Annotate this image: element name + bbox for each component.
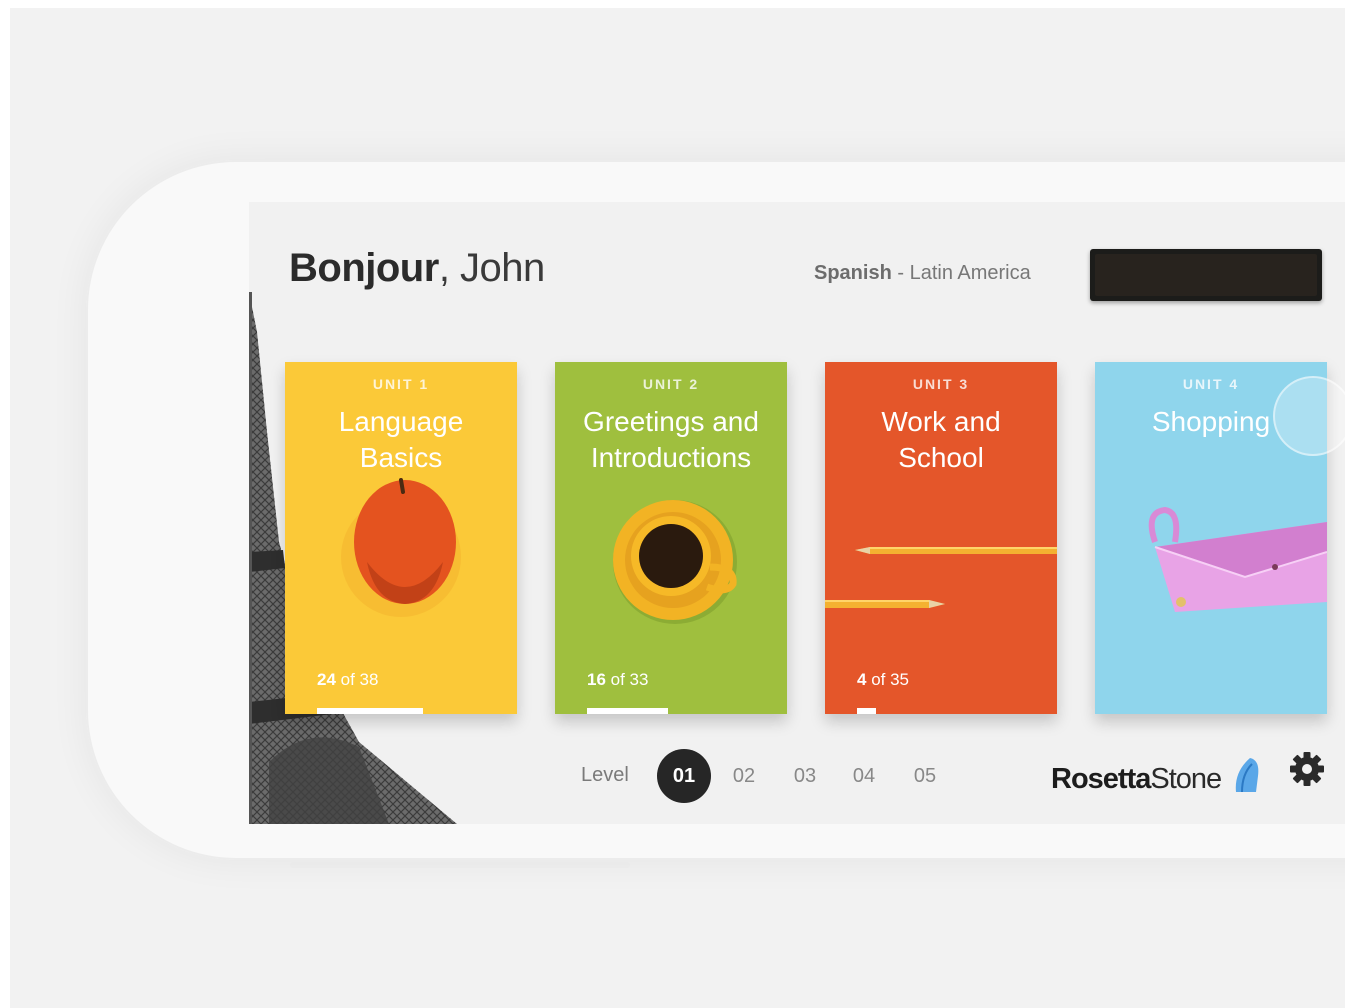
touch-indicator — [1273, 376, 1345, 456]
unit-progress-bar — [317, 708, 423, 714]
level-05-button[interactable]: 05 — [898, 749, 952, 803]
brand-name-part1: Rosetta — [1051, 763, 1151, 795]
unit-title-line2: Introductions — [590, 442, 752, 473]
brand-logo: RosettaStone — [1051, 756, 1262, 796]
progress-total: of 38 — [335, 670, 379, 689]
language-region: Latin America — [909, 262, 1031, 284]
level-label: Level — [581, 764, 629, 786]
unit-title-line1: Shopping — [1151, 406, 1271, 437]
unit-title-line1: Greetings and — [583, 406, 759, 437]
unit-title-line1: Work and — [881, 406, 1001, 437]
unit-label: UNIT 2 — [642, 376, 700, 392]
unit-card-3[interactable]: UNIT 3 Work and School 4 of 35 — [825, 362, 1057, 714]
unit-progress-bar — [857, 708, 876, 714]
unit-label: UNIT 3 — [912, 376, 970, 392]
brand-name-part2: Stone — [1150, 763, 1222, 795]
unit-title-line2: Basics — [359, 442, 443, 473]
unit-progress-text: 24 of 38 — [317, 670, 378, 690]
account-button[interactable] — [1090, 249, 1322, 301]
settings-gear-glyph — [1290, 752, 1324, 786]
unit-title: Work and School — [833, 404, 1049, 476]
phone-edge-highlight — [290, 862, 630, 868]
language-name: Spanish — [814, 262, 892, 284]
level-01-button[interactable]: 01 — [657, 749, 711, 803]
page-left-strip — [0, 0, 10, 1008]
gear-icon[interactable] — [1289, 751, 1325, 787]
unit-progress-bar — [587, 708, 668, 714]
unit-title-line1: Language — [338, 406, 464, 437]
greeting-word: Bonjour — [289, 246, 439, 290]
level-04-button[interactable]: 04 — [837, 749, 891, 803]
stone-logo-icon — [1235, 758, 1259, 793]
unit-card-2[interactable]: UNIT 2 Greetings and Introductions 16 of … — [555, 362, 787, 714]
greeting-heading: Bonjour, John — [289, 246, 545, 291]
page-top-strip — [0, 0, 1345, 8]
unit-title: Language Basics — [293, 404, 509, 476]
user-name: , John — [438, 246, 545, 290]
level-02-button[interactable]: 02 — [717, 749, 771, 803]
progress-done: 16 — [587, 670, 606, 689]
progress-total: of 33 — [605, 670, 649, 689]
unit-card-1[interactable]: UNIT 1 Language Basics 24 of 38 — [285, 362, 517, 714]
level-03-button[interactable]: 03 — [778, 749, 832, 803]
course-language[interactable]: Spanish - Latin America — [814, 262, 1031, 285]
unit-title-line2: School — [898, 442, 984, 473]
unit-label: UNIT 1 — [372, 376, 430, 392]
unit-title: Greetings and Introductions — [563, 404, 779, 476]
unit-progress-text: 16 of 33 — [587, 670, 648, 690]
language-separator: - — [891, 262, 910, 284]
unit-progress-text: 4 of 35 — [857, 670, 909, 690]
progress-done: 24 — [317, 670, 336, 689]
app-screen: Bonjour, John Spanish - Latin America UN… — [249, 202, 1345, 824]
progress-total: of 35 — [866, 670, 910, 689]
